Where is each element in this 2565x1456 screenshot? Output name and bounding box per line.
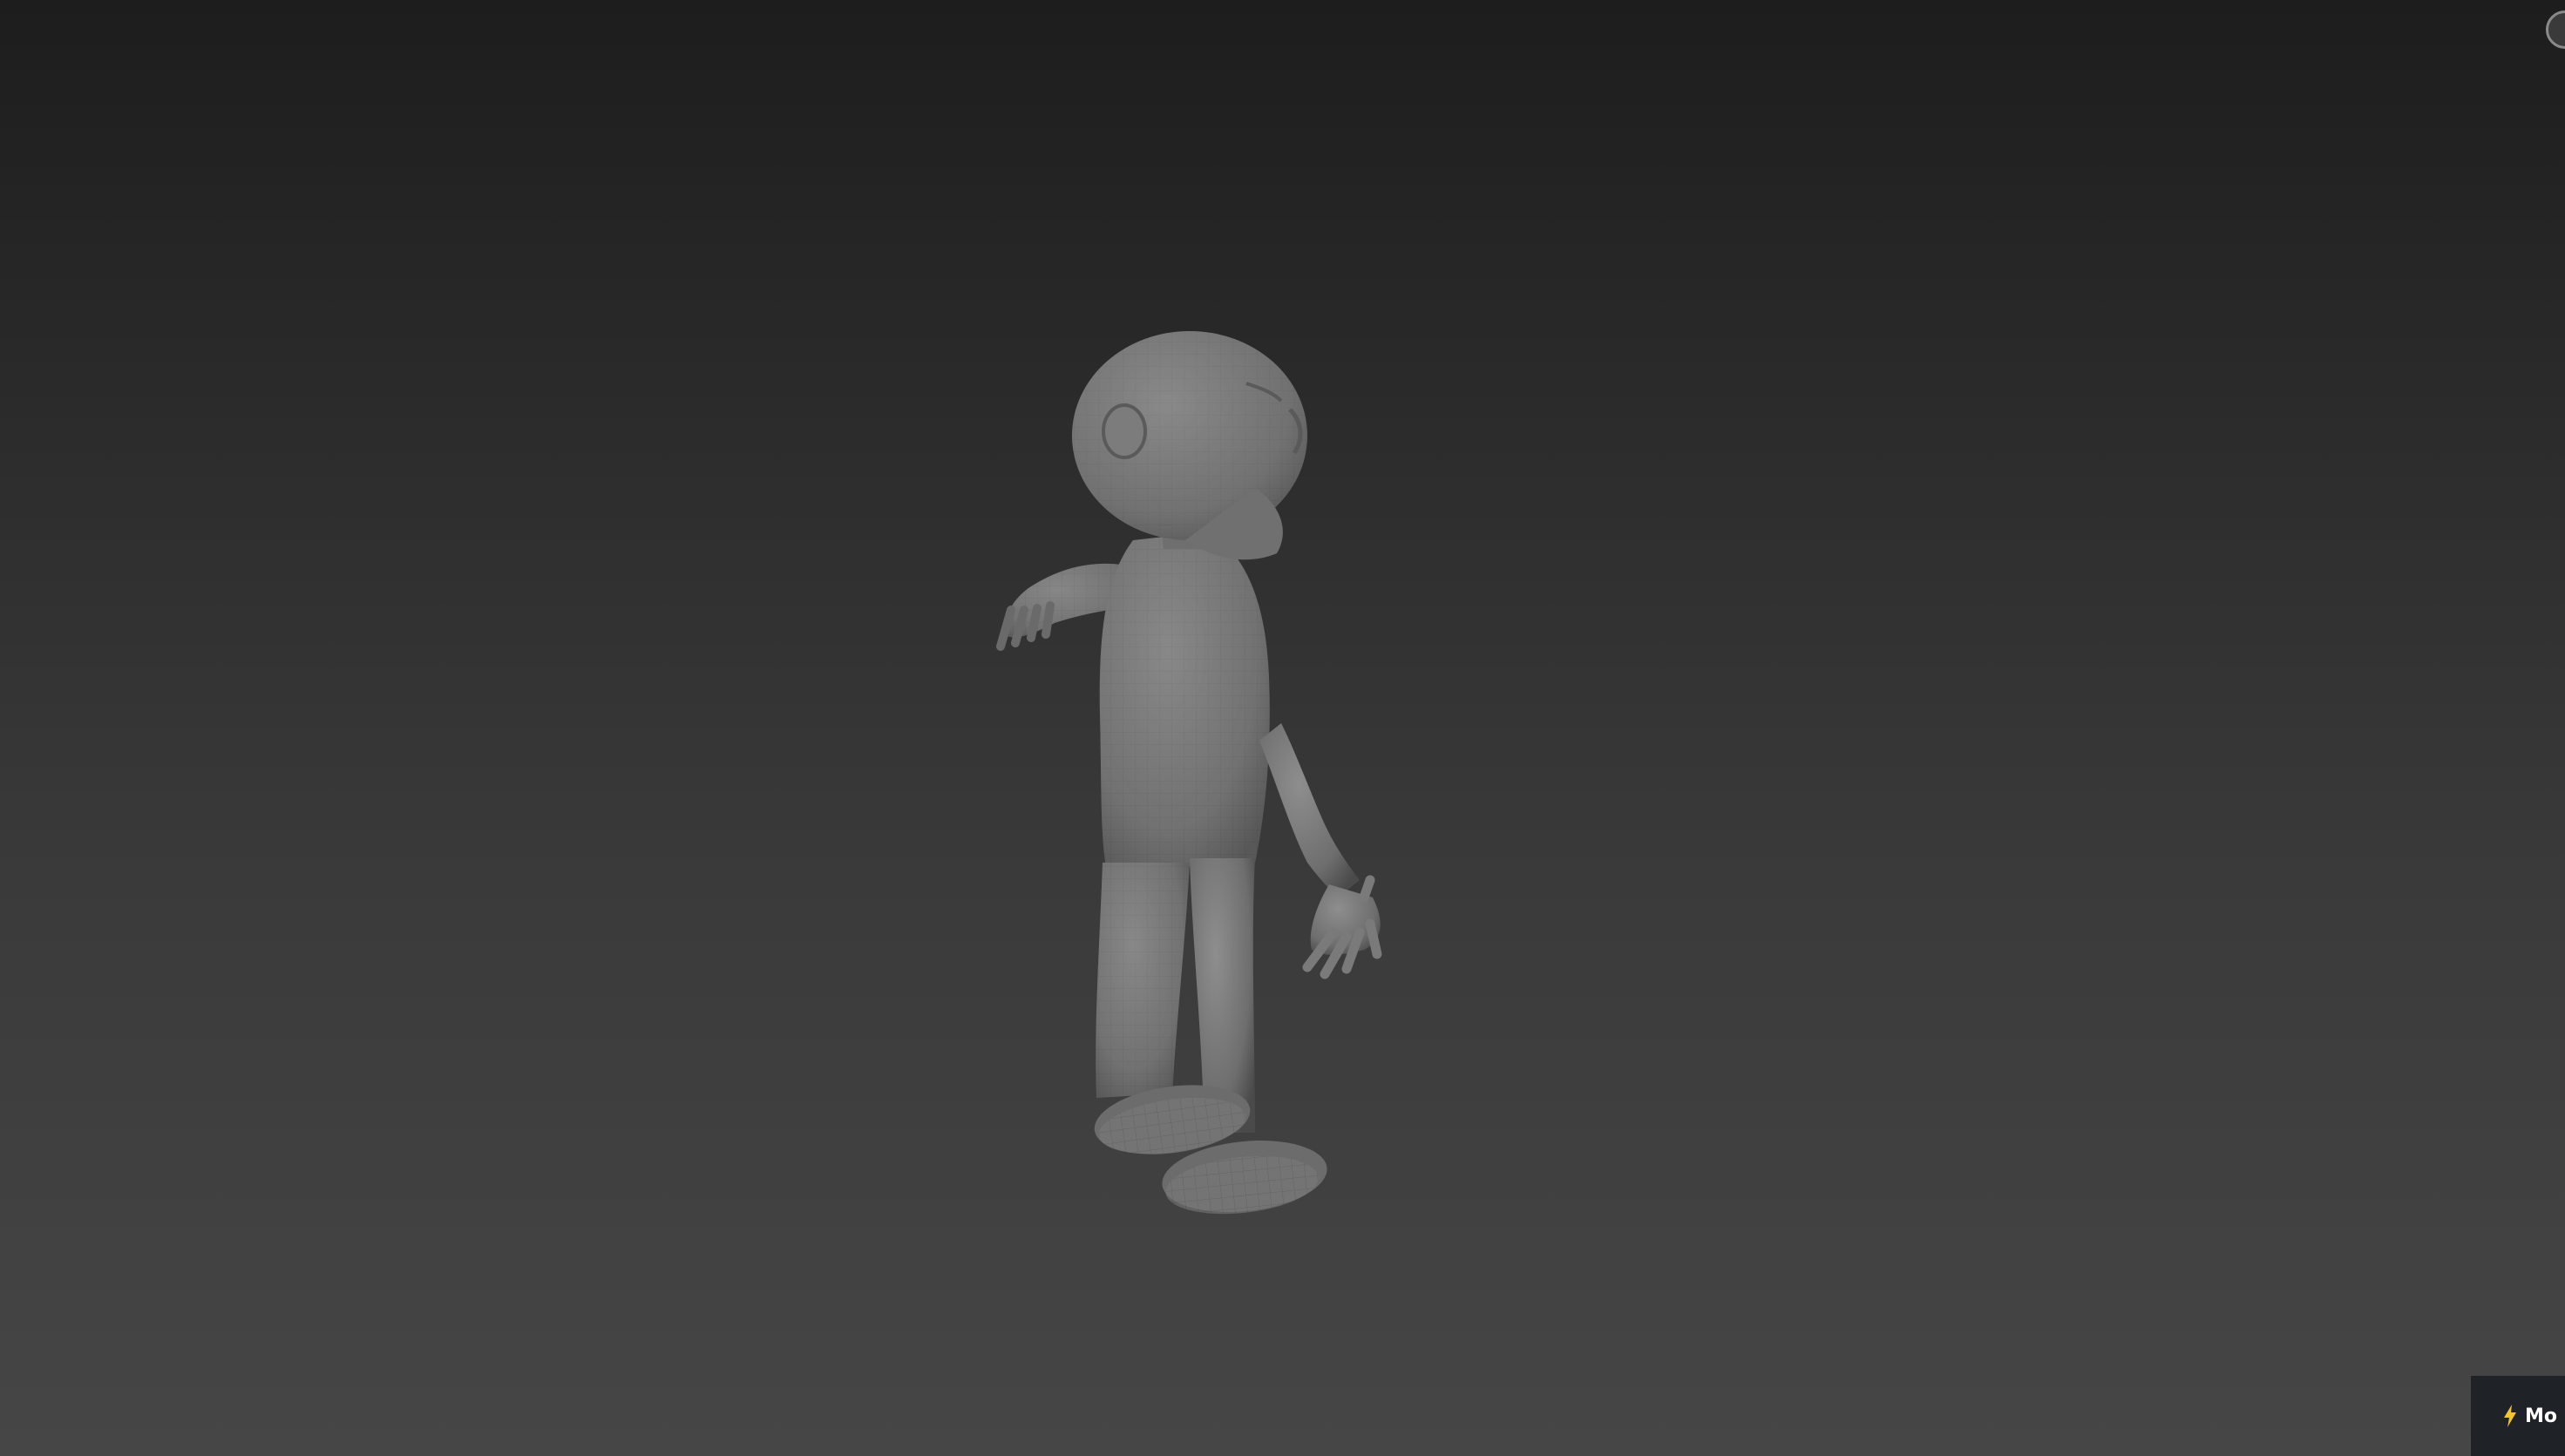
feet bbox=[1094, 1085, 1327, 1215]
right-arm bbox=[1259, 723, 1382, 979]
character-model[interactable] bbox=[0, 0, 2565, 1456]
3d-viewport[interactable]: Mo bbox=[0, 0, 2565, 1456]
head bbox=[1072, 331, 1307, 560]
lightning-bolt-icon bbox=[2504, 1405, 2516, 1427]
torso bbox=[1099, 532, 1270, 871]
mode-badge[interactable]: Mo bbox=[2471, 1376, 2565, 1456]
mode-badge-label: Mo bbox=[2525, 1405, 2558, 1427]
